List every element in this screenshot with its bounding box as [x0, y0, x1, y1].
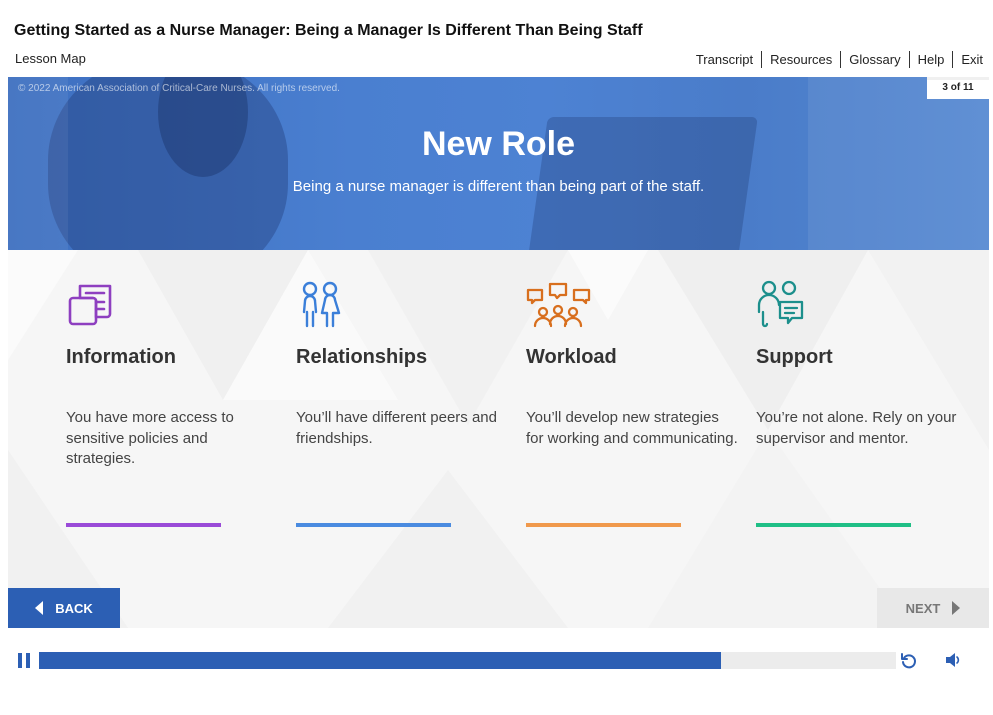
- slide-stage: © 2022 American Association of Critical-…: [8, 77, 989, 628]
- volume-icon[interactable]: [944, 651, 962, 669]
- glossary-link[interactable]: Glossary: [841, 52, 908, 68]
- back-label: BACK: [55, 600, 93, 616]
- chevron-left-icon: [35, 601, 44, 615]
- back-button[interactable]: BACK: [8, 588, 120, 628]
- seek-bar-progress: [39, 652, 722, 669]
- card-accent-bar: [66, 523, 221, 527]
- resources-link[interactable]: Resources: [762, 52, 840, 68]
- support-icon: [757, 280, 804, 328]
- card-text: You’ll have different peers and friendsh…: [296, 409, 497, 447]
- pause-button[interactable]: [18, 653, 32, 668]
- top-navigation: Transcript Resources Glossary Help Exit: [688, 51, 983, 68]
- card-text: You’re not alone. Rely on your superviso…: [756, 409, 957, 447]
- card-text: You have more access to sensitive polici…: [66, 409, 234, 467]
- chevron-right-icon: [952, 601, 961, 615]
- pause-icon: [26, 653, 30, 668]
- hero-banner: © 2022 American Association of Critical-…: [8, 77, 989, 250]
- help-link[interactable]: Help: [910, 52, 953, 68]
- card-title: Information: [66, 346, 176, 368]
- transcript-link[interactable]: Transcript: [688, 52, 761, 68]
- team-chat-icon: [526, 282, 591, 328]
- slide-subtitle: Being a nurse manager is different than …: [292, 178, 705, 195]
- card-accent-bar: [296, 523, 451, 527]
- people-icon: [302, 281, 341, 328]
- card-title: Relationships: [296, 346, 428, 368]
- card-accent-bar: [526, 523, 681, 527]
- slide-title: New Role: [421, 125, 576, 163]
- next-label: NEXT: [905, 600, 941, 616]
- card-title: Workload: [526, 346, 617, 368]
- seek-bar[interactable]: [39, 652, 896, 669]
- slide-counter: 3 of 11: [927, 77, 989, 99]
- lesson-map-link[interactable]: Lesson Map: [15, 51, 86, 66]
- card-accent-bar: [756, 523, 911, 527]
- replay-icon[interactable]: [900, 652, 918, 670]
- pause-icon: [18, 653, 22, 668]
- card-text: You’ll develop new strategies for workin…: [526, 409, 738, 447]
- card-title: Support: [756, 346, 833, 368]
- course-title: Getting Started as a Nurse Manager: Bein…: [14, 22, 643, 39]
- next-button[interactable]: NEXT: [877, 588, 989, 628]
- card-support: Support You’re not alone. Rely on your s…: [756, 250, 976, 550]
- documents-icon: [68, 284, 112, 326]
- card-relationships: Relationships You’ll have different peer…: [296, 250, 516, 550]
- media-player-bar: [8, 645, 989, 675]
- card-workload: Workload You’ll develop new strategies f…: [526, 250, 746, 550]
- exit-link[interactable]: Exit: [953, 52, 983, 68]
- copyright-notice: © 2022 American Association of Critical-…: [18, 83, 340, 94]
- card-information: Information You have more access to sens…: [66, 250, 286, 550]
